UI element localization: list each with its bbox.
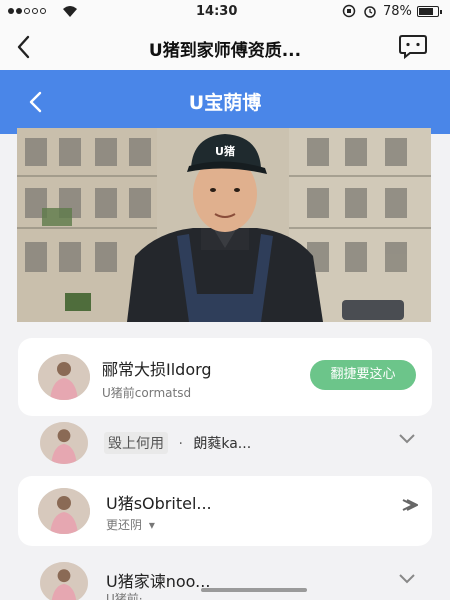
list-item-title: U猪家谏noo... <box>106 572 211 591</box>
chevron-right-icon[interactable] <box>400 498 418 512</box>
list-item-action-button[interactable]: 翻捷要这心 <box>310 360 416 390</box>
avatar <box>40 562 88 600</box>
header-banner: U宝荫博 <box>0 70 450 134</box>
list-item-title: 毁上何用 · 朗蕤ka... <box>104 432 251 454</box>
status-time: 14:30 <box>196 4 238 19</box>
wifi-icon <box>63 6 77 17</box>
list-item-subtitle-text: 更还阴 <box>106 518 143 532</box>
list-item[interactable]: U猪sObritel... 更还阴 ▾ <box>18 476 432 546</box>
list-item-subtitle: 更还阴 ▾ <box>106 516 155 533</box>
cap-logo-text: U猪 <box>215 144 235 158</box>
list-item-subtitle: U猪前cormatsd <box>102 386 192 400</box>
battery-icon <box>417 6 442 17</box>
chevron-down-icon[interactable] <box>398 572 416 586</box>
avatar <box>40 422 88 464</box>
chevron-down-icon[interactable] <box>398 432 416 446</box>
banner-title: U宝荫博 <box>188 92 262 114</box>
worker-portrait-image: U猪 <box>17 128 431 322</box>
rotation-lock-icon <box>342 4 356 18</box>
scroll-indicator <box>201 588 307 592</box>
banner-back-icon[interactable] <box>26 90 46 114</box>
back-icon[interactable] <box>12 34 36 60</box>
avatar <box>38 488 90 534</box>
list-item-separator: · <box>178 436 183 452</box>
list-item[interactable]: 郦常大损Ildorg U猪前cormatsd 翻捷要这心 <box>18 338 432 416</box>
dropdown-caret-icon[interactable]: ▾ <box>149 518 155 532</box>
list-item[interactable]: U猪家谏noo... U猪前·... <box>18 556 432 600</box>
chat-bubble-icon[interactable] <box>398 32 428 60</box>
battery-percent: 78% <box>383 4 412 19</box>
list-item-title: U猪sObritel... <box>106 494 212 513</box>
status-bar: 14:30 78% <box>0 0 450 24</box>
list-item-tag: 毁上何用 <box>104 432 168 454</box>
avatar <box>38 354 90 400</box>
list-item-title: 郦常大损Ildorg <box>102 360 212 379</box>
alarm-icon <box>364 6 376 18</box>
nav-bar: U猪到家师傅资质... <box>0 24 450 70</box>
list-item-subtitle: U猪前·... <box>106 592 155 600</box>
hero-photo: U猪 <box>17 128 431 322</box>
page-title: U猪到家师傅资质... <box>148 41 302 61</box>
list-item-subtitle: 朗蕤ka... <box>193 436 252 452</box>
list-item[interactable]: 毁上何用 · 朗蕤ka... <box>18 420 432 470</box>
signal-strength-icon <box>8 8 46 14</box>
